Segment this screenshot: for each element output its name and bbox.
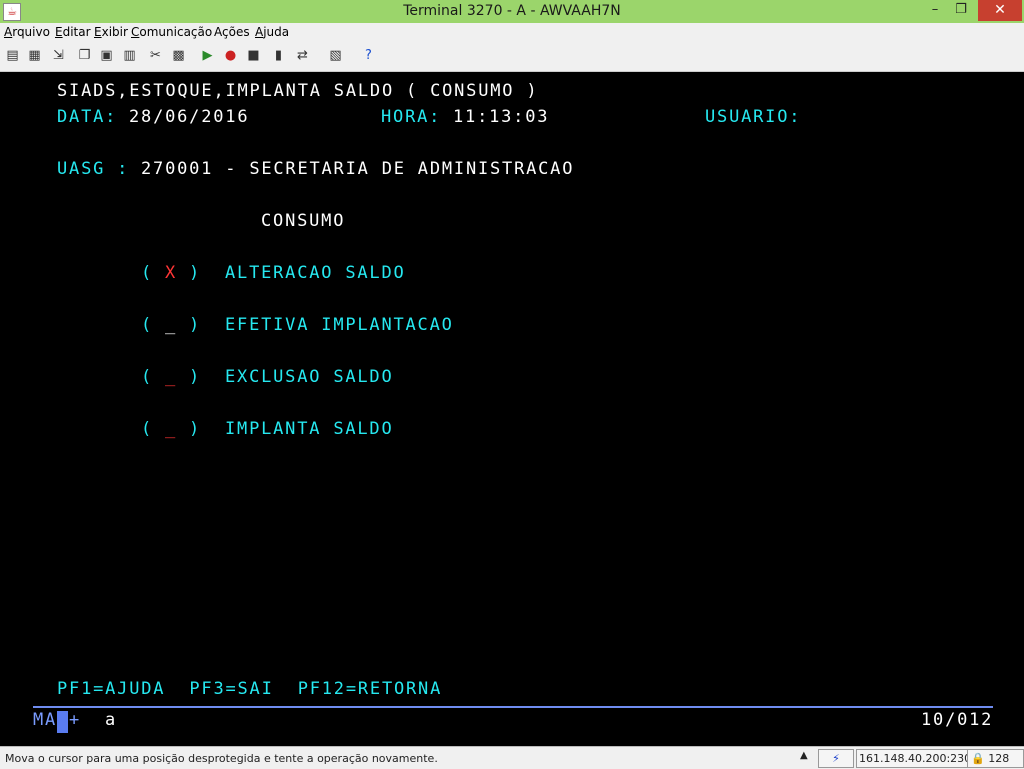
option-bracket-close: )	[189, 419, 202, 439]
status-message: Mova o cursor para uma posição desproteg…	[5, 752, 438, 765]
menu-ajuda[interactable]: Ajuda	[255, 25, 289, 39]
option-bracket-close: )	[189, 263, 202, 283]
screen-header: SIADS,ESTOQUE,IMPLANTA SALDO ( CONSUMO )	[57, 81, 539, 101]
keypad-icon[interactable]: ▩	[170, 47, 187, 64]
option-bracket-close: )	[189, 367, 202, 387]
option-label-implanta: IMPLANTA SALDO	[225, 419, 394, 439]
maximize-button[interactable]: ❐	[946, 0, 976, 21]
print-setup-icon[interactable]: ▦	[26, 47, 43, 64]
menu-bar: Arquivo Editar Exibir Comunicação Ações …	[0, 23, 1024, 43]
host-address: 161.148.40.200:23000	[856, 749, 985, 768]
pause-icon[interactable]: ▮	[270, 47, 287, 64]
menu-comunicacao[interactable]: Comunicação	[131, 25, 212, 39]
help-icon[interactable]: ?	[360, 47, 377, 64]
toolbar: ▤ ▦ ⇲ ❐ ▣ ▥ ✂ ▩ ▶ ● ■ ▮ ⇄ ▧ ?	[0, 43, 1024, 72]
uasg-value: 270001 - SECRETARIA DE ADMINISTRACAO	[141, 159, 575, 179]
send-icon[interactable]: ⇲	[50, 47, 67, 64]
title-bar: ☕ Terminal 3270 - A - AWVAAH7N – ❐ ✕	[0, 0, 1024, 23]
menu-exibir[interactable]: Exibir	[94, 25, 128, 39]
time-label: HORA:	[381, 107, 442, 127]
user-label: USUARIO:	[705, 107, 802, 127]
clipboard-icon[interactable]: ▥	[121, 47, 138, 64]
menu-arquivo[interactable]: Arquivo	[4, 25, 50, 39]
file-icon[interactable]: ▧	[327, 47, 344, 64]
option-field-alteracao[interactable]: X	[165, 263, 177, 283]
option-bracket-open: (	[141, 315, 154, 335]
option-bracket-close: )	[189, 315, 202, 335]
macro-record-icon[interactable]: ●	[222, 47, 239, 64]
option-bracket-open: (	[141, 367, 154, 387]
config-icon[interactable]: ✂	[147, 47, 164, 64]
function-keys: PF1=AJUDA PF3=SAI PF12=RETORNA	[57, 679, 443, 699]
lock-icon: 🔒	[971, 752, 985, 765]
uasg-label: UASG :	[57, 159, 130, 179]
status-bar: Mova o cursor para uma posição desproteg…	[0, 746, 1024, 769]
section-title: CONSUMO	[261, 211, 346, 231]
security-indicator: 🔒 128	[967, 749, 1024, 768]
connection-icon: ⚡	[818, 749, 854, 768]
menu-editar[interactable]: Editar	[55, 25, 91, 39]
print-icon[interactable]: ▤	[4, 47, 21, 64]
option-label-exclusao: EXCLUSAO SALDO	[225, 367, 394, 387]
cursor-block	[57, 711, 68, 733]
copy-icon[interactable]: ❐	[76, 47, 93, 64]
terminal-screen[interactable]: SIADS,ESTOQUE,IMPLANTA SALDO ( CONSUMO )…	[0, 72, 1024, 746]
status-arrow-icon: ▲	[800, 750, 808, 761]
macro-stop-icon[interactable]: ■	[245, 47, 262, 64]
cursor-position: 10/012	[921, 710, 994, 730]
time-value: 11:13:03	[453, 107, 550, 127]
option-field-implanta[interactable]: _	[165, 419, 177, 439]
oia-plus: +	[69, 710, 82, 730]
date-label: DATA:	[57, 107, 118, 127]
oia-mode: MA	[33, 710, 58, 730]
transfer-icon[interactable]: ⇄	[294, 47, 311, 64]
close-button[interactable]: ✕	[978, 0, 1022, 21]
date-value: 28/06/2016	[129, 107, 250, 127]
oia-separator	[33, 706, 993, 708]
option-field-exclusao[interactable]: _	[165, 367, 177, 387]
macro-play-icon[interactable]: ▶	[199, 47, 216, 64]
option-bracket-open: (	[141, 419, 154, 439]
option-label-alteracao: ALTERACAO SALDO	[225, 263, 406, 283]
oia-a: a	[105, 710, 118, 730]
option-bracket-open: (	[141, 263, 154, 283]
paste-icon[interactable]: ▣	[98, 47, 115, 64]
option-field-efetiva[interactable]: _	[165, 315, 177, 335]
encryption-bits: 128	[988, 752, 1010, 765]
menu-acoes[interactable]: Ações	[214, 25, 250, 39]
window-title: Terminal 3270 - A - AWVAAH7N	[403, 3, 621, 19]
option-label-efetiva: EFETIVA IMPLANTACAO	[225, 315, 454, 335]
